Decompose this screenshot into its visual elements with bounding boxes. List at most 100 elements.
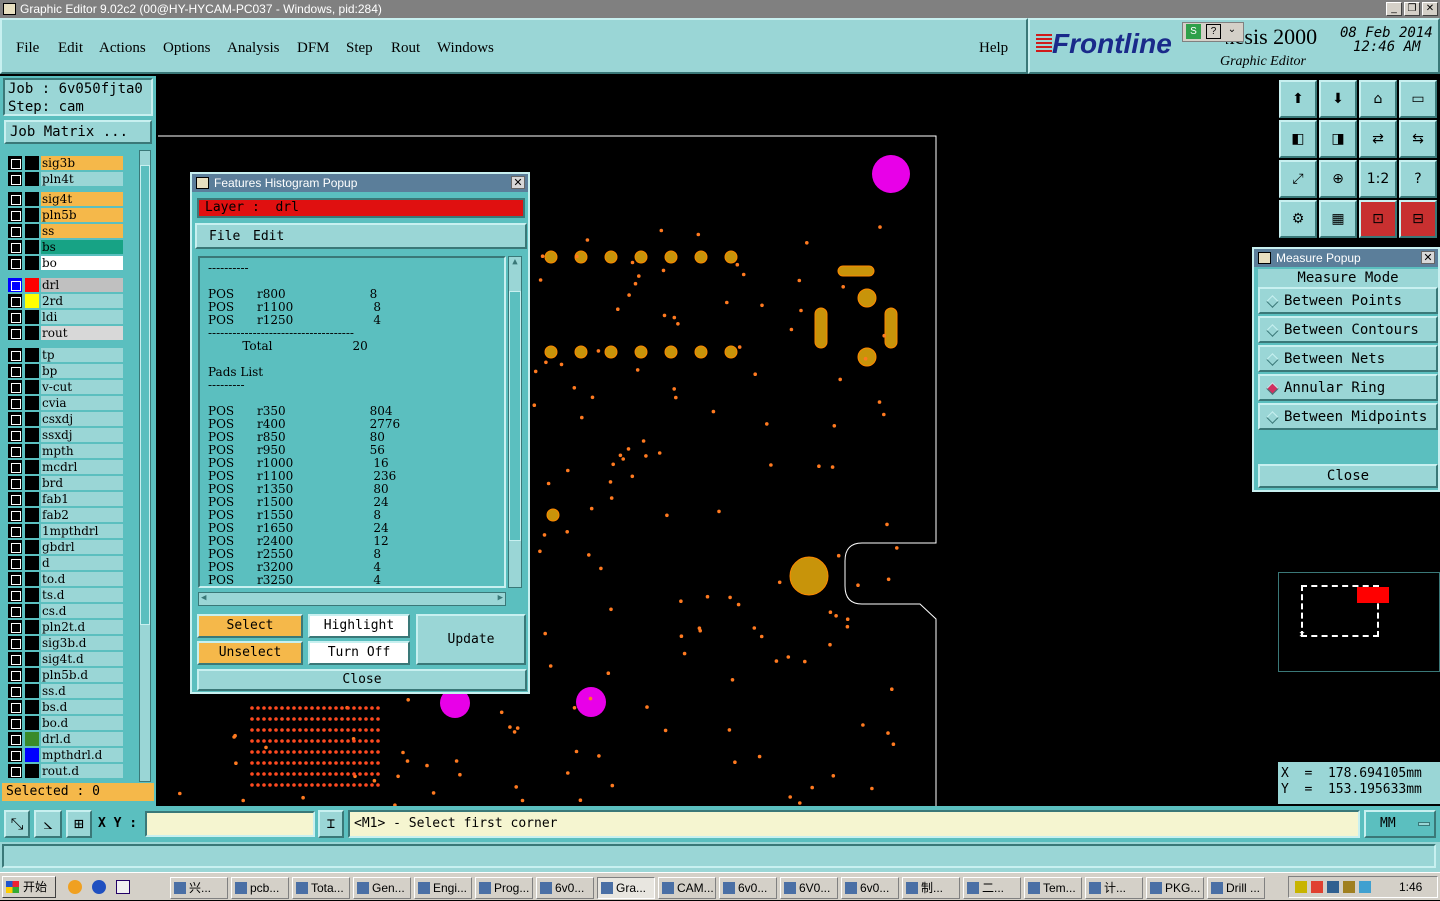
layer-name[interactable]: rout <box>41 326 123 340</box>
layer-checkbox[interactable] <box>8 444 22 458</box>
layer-color-swatch[interactable] <box>25 668 39 682</box>
layer-color-swatch[interactable] <box>25 588 39 602</box>
scale-icon[interactable]: 1:2 <box>1359 160 1397 198</box>
taskbar-item[interactable]: Prog... <box>475 877 533 899</box>
layer-row[interactable]: sig4t <box>8 192 123 206</box>
layer-color-swatch[interactable] <box>25 172 39 186</box>
taskbar-item[interactable]: 兴... <box>170 877 228 899</box>
taskbar-item[interactable]: Drill ... <box>1207 877 1265 899</box>
layer-checkbox[interactable] <box>8 396 22 410</box>
layer-color-swatch[interactable] <box>25 412 39 426</box>
layer-name[interactable]: 2rd <box>41 294 123 308</box>
layer-name[interactable]: mpthdrl.d <box>41 748 123 762</box>
menu-edit[interactable]: Edit <box>58 40 83 57</box>
layer-name[interactable]: ss <box>41 224 123 238</box>
layer-checkbox[interactable] <box>8 294 22 308</box>
layer-color-swatch[interactable] <box>25 764 39 778</box>
layer-checkbox[interactable] <box>8 684 22 698</box>
layer-row[interactable]: ss.d <box>8 684 123 698</box>
layer-checkbox[interactable] <box>8 348 22 362</box>
snap-alt-icon[interactable]: ⊟ <box>1399 200 1437 238</box>
layer-color-swatch[interactable] <box>25 310 39 324</box>
layer-color-swatch[interactable] <box>25 748 39 762</box>
layer-color-swatch[interactable] <box>25 476 39 490</box>
layer-row[interactable]: 1mpthdrl <box>8 524 123 538</box>
layer-row[interactable]: to.d <box>8 572 123 586</box>
layer-color-swatch[interactable] <box>25 540 39 554</box>
layer-row[interactable]: pln4t <box>8 172 123 186</box>
histogram-text-area[interactable]: ---------- POS r800 8 POS r1100 8 POS r1250… <box>198 256 506 588</box>
taskbar-item[interactable]: Tem... <box>1024 877 1082 899</box>
taskbar-item[interactable]: Engi... <box>414 877 472 899</box>
help-icon[interactable]: ? <box>1399 160 1437 198</box>
layer-name[interactable]: drl.d <box>41 732 123 746</box>
menu-windows[interactable]: Windows <box>437 40 494 57</box>
window-icon[interactable]: ▭ <box>1399 80 1437 118</box>
layer-checkbox[interactable] <box>8 256 22 270</box>
layer-color-swatch[interactable] <box>25 604 39 618</box>
layer-checkbox[interactable] <box>8 764 22 778</box>
layer-row[interactable]: ssxdj <box>8 428 123 442</box>
layer-color-swatch[interactable] <box>25 572 39 586</box>
taskbar-item[interactable]: 制... <box>902 877 960 899</box>
tray-icon-4[interactable] <box>1343 881 1355 893</box>
xy-input[interactable] <box>145 811 315 837</box>
settings-icon[interactable]: ⚙ <box>1279 200 1317 238</box>
tray-icon-1[interactable] <box>1295 881 1307 893</box>
layer-checkbox[interactable] <box>8 156 22 170</box>
histogram-close-button[interactable]: Close <box>197 669 527 691</box>
taskbar-item[interactable]: CAM... <box>658 877 716 899</box>
taskbar-item[interactable]: 6V0... <box>780 877 838 899</box>
layer-checkbox[interactable] <box>8 652 22 666</box>
layer-row[interactable]: bs.d <box>8 700 123 714</box>
layer-color-swatch[interactable] <box>25 444 39 458</box>
start-button[interactable]: 开始 <box>2 876 56 898</box>
layer-row[interactable]: ss <box>8 224 123 238</box>
layer-name[interactable]: drl <box>41 278 123 292</box>
snap-icon[interactable]: ⊡ <box>1359 200 1397 238</box>
layer-checkbox[interactable] <box>8 364 22 378</box>
layer-name[interactable]: mcdrl <box>41 460 123 474</box>
scroll-left-icon[interactable]: ◀ <box>201 593 206 603</box>
layer-color-swatch[interactable] <box>25 620 39 634</box>
layer-checkbox[interactable] <box>8 604 22 618</box>
histogram-title-bar[interactable]: Features Histogram Popup ✕ <box>192 174 528 192</box>
grid-snap-icon[interactable]: ⊞ <box>66 810 92 838</box>
layer-name[interactable]: brd <box>41 476 123 490</box>
taskbar-item[interactable]: Tota... <box>292 877 350 899</box>
layer-checkbox[interactable] <box>8 224 22 238</box>
histogram-close-icon[interactable]: ✕ <box>511 176 525 189</box>
layer-row[interactable]: gbdrl <box>8 540 123 554</box>
layer-color-swatch[interactable] <box>25 684 39 698</box>
quick-launch-note-icon[interactable] <box>116 880 130 894</box>
layer-name[interactable]: to.d <box>41 572 123 586</box>
layer-row[interactable]: 2rd <box>8 294 123 308</box>
layer-row[interactable]: ldi <box>8 310 123 324</box>
taskbar-item[interactable]: pcb... <box>231 877 289 899</box>
layer-scrollbar[interactable] <box>139 150 151 782</box>
overview-map[interactable]: ✕ <box>1278 572 1440 672</box>
layer-row[interactable]: pln5b.d <box>8 668 123 682</box>
measure-mode-icon[interactable]: ⦣ <box>34 810 62 838</box>
layer-checkbox[interactable] <box>8 572 22 586</box>
layer-up-icon[interactable]: ⬆ <box>1279 80 1317 118</box>
layer-row[interactable]: bp <box>8 364 123 378</box>
menu-actions[interactable]: Actions <box>99 40 146 57</box>
units-dropdown-icon[interactable] <box>1418 822 1430 826</box>
layer-color-swatch[interactable] <box>25 556 39 570</box>
layer-color-swatch[interactable] <box>25 192 39 206</box>
layer-checkbox[interactable] <box>8 540 22 554</box>
layer-row[interactable]: rout <box>8 326 123 340</box>
menu-options[interactable]: Options <box>163 40 211 57</box>
layer-row[interactable]: pln5b <box>8 208 123 222</box>
select-button[interactable]: Select <box>197 614 303 638</box>
quick-launch-globe-icon[interactable] <box>92 880 106 894</box>
layer-checkbox[interactable] <box>8 620 22 634</box>
layer-row[interactable]: cs.d <box>8 604 123 618</box>
select-mode-icon[interactable]: ⤡ <box>4 810 30 838</box>
layer-name[interactable]: fab1 <box>41 492 123 506</box>
layer-color-swatch[interactable] <box>25 716 39 730</box>
layer-row[interactable]: mpth <box>8 444 123 458</box>
layer-checkbox[interactable] <box>8 716 22 730</box>
layer-checkbox[interactable] <box>8 588 22 602</box>
